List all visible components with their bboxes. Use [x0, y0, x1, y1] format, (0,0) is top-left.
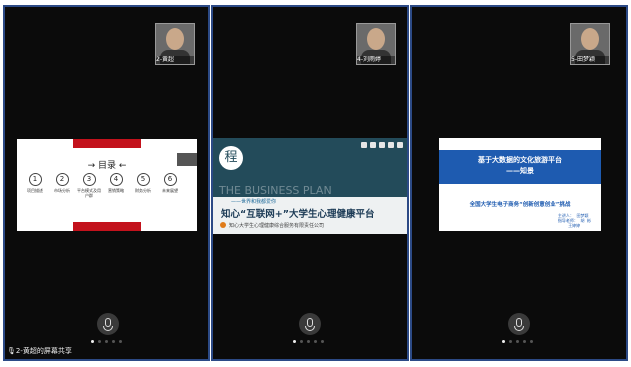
- microphone-icon: [103, 318, 113, 331]
- avatar: [581, 28, 599, 50]
- shared-slide: 基于大数据的文化旅游平台 ——知景 全国大学生电子商务“创新创意创业”挑战 主讲…: [439, 138, 601, 231]
- toc-label: 项目描述: [27, 188, 43, 193]
- avatar: [166, 28, 184, 50]
- toc-number: 1: [28, 173, 42, 186]
- avatar: [367, 28, 385, 50]
- toc-number: 4: [109, 173, 123, 186]
- team-info: 主讲人： 田梦颖 指导老师： 胡 彬 王婷婷: [557, 213, 591, 228]
- tool-icon: [361, 142, 367, 148]
- video-pane-3[interactable]: 5-田梦颖 基于大数据的文化旅游平台 ——知景 全国大学生电子商务“创新创意创业…: [410, 5, 628, 361]
- toc-label: 营销策略: [108, 188, 124, 193]
- toc-label: 平台模式及用户群: [77, 188, 101, 198]
- slide-title: 基于大数据的文化旅游平台: [478, 156, 562, 164]
- microphone-button[interactable]: [97, 313, 119, 335]
- video-pane-2[interactable]: 4-刘雨婷 程 THE BUSINESS PLAN ——世界和我都爱你 知心“互…: [211, 5, 409, 361]
- toc-number: 5: [136, 173, 150, 186]
- tool-icon: [379, 142, 385, 148]
- toc-label: 财务分析: [135, 188, 151, 193]
- toc-item: 3 平台模式及用户群: [76, 173, 102, 198]
- tool-icon: [370, 142, 376, 148]
- shared-slide: 程 THE BUSINESS PLAN ——世界和我都爱你 知心“互联网+”大学…: [213, 138, 407, 234]
- microphone-icon: [514, 318, 524, 331]
- participant-video-thumbnail[interactable]: 4-刘雨婷: [356, 23, 396, 65]
- microphone-button[interactable]: [299, 313, 321, 335]
- participant-name: 4-刘雨婷: [357, 56, 395, 64]
- shared-slide: → 目录 ← 1 项目描述 2 市场分析 3 平台模式及用户群 4 营销策略 5 财务分析…: [17, 139, 197, 231]
- toc-number: 6: [163, 173, 177, 186]
- video-pane-1[interactable]: 2-黄超 → 目录 ← 1 项目描述 2 市场分析 3 平台模式及用户群 4 营销策略 …: [3, 5, 210, 361]
- toc-list: 1 项目描述 2 市场分析 3 平台模式及用户群 4 营销策略 5 财务分析 6 未来展望: [22, 173, 183, 198]
- participant-name: 2-黄超: [156, 56, 194, 64]
- toc-item: 2 市场分析: [49, 173, 75, 198]
- participant-video-thumbnail[interactable]: 2-黄超: [155, 23, 195, 65]
- microphone-icon: [305, 318, 315, 331]
- slide-title: 知心“互联网+”大学生心理健康平台: [221, 209, 375, 220]
- tool-icon: [397, 142, 403, 148]
- company-icon: [220, 222, 226, 228]
- toc-label: 市场分析: [54, 188, 70, 193]
- participant-video-thumbnail[interactable]: 5-田梦颖: [570, 23, 610, 65]
- toc-item: 1 项目描述: [22, 173, 48, 198]
- slide-subtitle: ——知景: [506, 167, 534, 175]
- toc-item: 5 财务分析: [130, 173, 156, 198]
- slide-band-bottom: [73, 222, 141, 231]
- contest-name: 全国大学生电子商务“创新创意创业”挑战: [469, 202, 571, 208]
- pager-dots[interactable]: [91, 340, 122, 344]
- slide-title: → 目录 ←: [87, 161, 127, 171]
- slide-toolbar[interactable]: [361, 142, 403, 148]
- tool-icon: [388, 142, 394, 148]
- company-name: 知心大学生心理健康综合服务有限责任公司: [229, 223, 325, 229]
- mic-status-icon: 🎙: [7, 347, 16, 355]
- logo: 程: [219, 146, 243, 170]
- toc-item: 6 未来展望: [157, 173, 183, 198]
- toc-item: 4 营销策略: [103, 173, 129, 198]
- pager-dots[interactable]: [502, 340, 533, 344]
- slide-subtitle: ——世界和我都爱你: [231, 199, 277, 205]
- slide-bg-text: THE BUSINESS PLAN: [219, 184, 332, 197]
- microphone-button[interactable]: [508, 313, 530, 335]
- toc-label: 未来展望: [162, 188, 178, 193]
- pager-dots[interactable]: [293, 340, 324, 344]
- toc-number: 2: [55, 173, 69, 186]
- participant-name: 5-田梦颖: [571, 56, 609, 64]
- toc-number: 3: [82, 173, 96, 186]
- slide-band-top: [73, 139, 141, 148]
- screen-share-label: 🎙2-黄超的屏幕共享: [7, 346, 72, 356]
- screen-share-label-text: 2-黄超的屏幕共享: [15, 347, 72, 355]
